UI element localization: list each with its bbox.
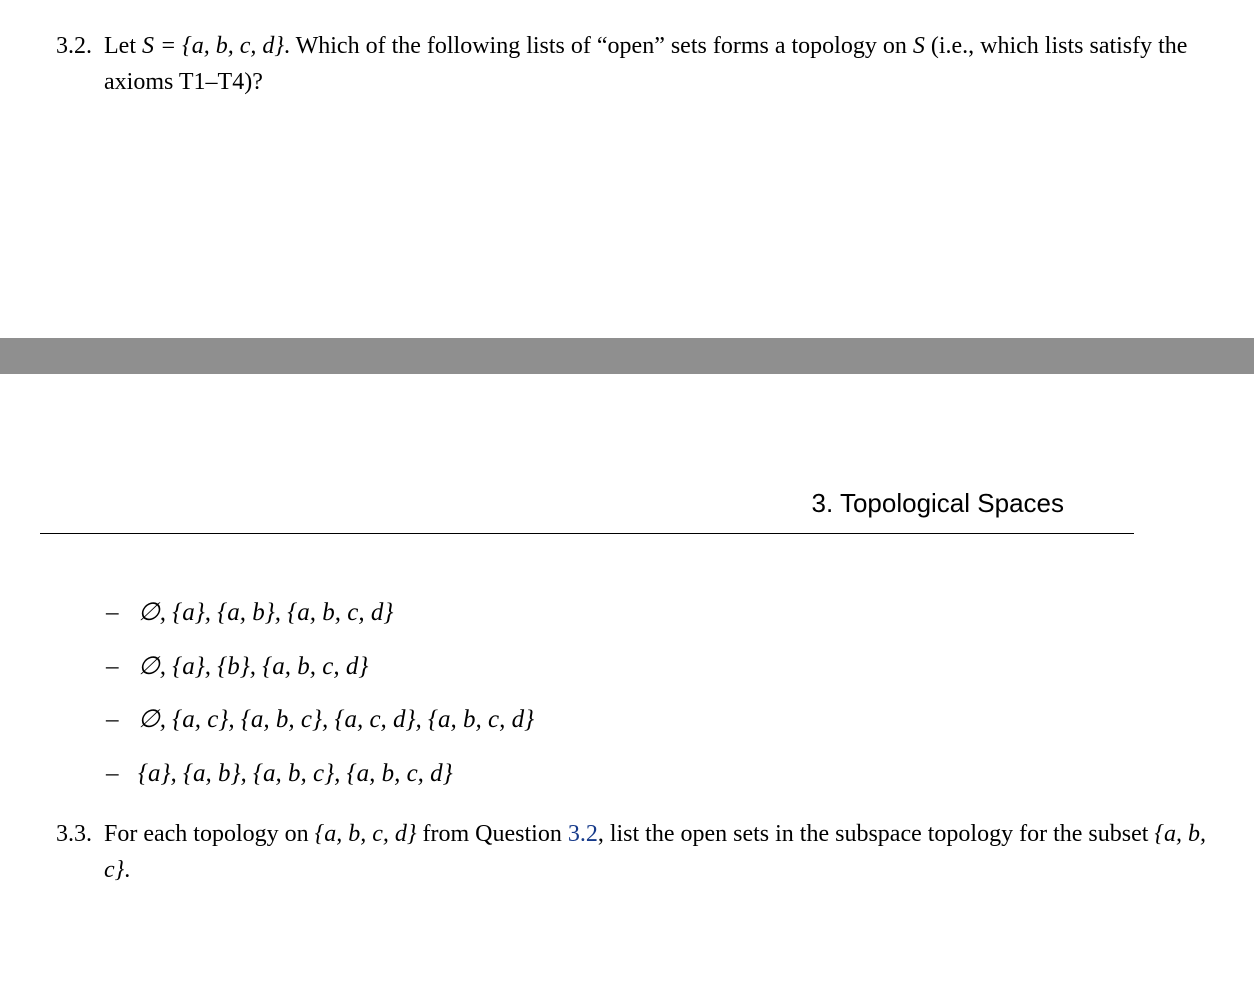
text: For each topology on — [104, 821, 315, 847]
list-item: – ∅, {a}, {b}, {a, b, c, d} — [106, 648, 1214, 686]
page-bottom: 3. Topological Spaces – ∅, {a}, {a, b}, … — [0, 374, 1254, 928]
text: Let — [104, 33, 142, 59]
dash-icon: – — [106, 648, 124, 686]
set-definition: S = {a, b, c, d} — [142, 33, 284, 59]
dash-icon: – — [106, 701, 124, 739]
problem-body: For each topology on {a, b, c, d} from Q… — [104, 816, 1214, 888]
set-full: {a, b, c, d} — [315, 821, 417, 847]
problem-3-3: 3.3. For each topology on {a, b, c, d} f… — [40, 816, 1214, 888]
problem-number: 3.3. — [40, 816, 92, 888]
chapter-heading: 3. Topological Spaces — [40, 374, 1134, 534]
options-list: – ∅, {a}, {a, b}, {a, b, c, d} – ∅, {a},… — [106, 594, 1214, 792]
list-item: – ∅, {a, c}, {a, b, c}, {a, c, d}, {a, b… — [106, 701, 1214, 739]
page-container: 3.2. Let S = {a, b, c, d}. Which of the … — [0, 0, 1254, 928]
option-text: ∅, {a}, {b}, {a, b, c, d} — [138, 648, 368, 686]
option-text: ∅, {a}, {a, b}, {a, b, c, d} — [138, 594, 393, 632]
text: . — [124, 857, 130, 883]
text: . Which of the following lists of “open”… — [284, 33, 913, 59]
list-item: – ∅, {a}, {a, b}, {a, b, c, d} — [106, 594, 1214, 632]
option-text: {a}, {a, b}, {a, b, c}, {a, b, c, d} — [138, 755, 453, 793]
text: from Question — [417, 821, 568, 847]
set-ref: S — [913, 33, 925, 59]
list-item: – {a}, {a, b}, {a, b, c}, {a, b, c, d} — [106, 755, 1214, 793]
dash-icon: – — [106, 594, 124, 632]
question-ref-link[interactable]: 3.2 — [568, 821, 598, 847]
problem-number: 3.2. — [40, 28, 92, 100]
dash-icon: – — [106, 755, 124, 793]
problem-body: Let S = {a, b, c, d}. Which of the follo… — [104, 28, 1214, 100]
problem-3-2: 3.2. Let S = {a, b, c, d}. Which of the … — [40, 28, 1214, 100]
text: , list the open sets in the subspace top… — [598, 821, 1155, 847]
page-break — [0, 338, 1254, 374]
page-top: 3.2. Let S = {a, b, c, d}. Which of the … — [0, 0, 1254, 338]
option-text: ∅, {a, c}, {a, b, c}, {a, c, d}, {a, b, … — [138, 701, 534, 739]
